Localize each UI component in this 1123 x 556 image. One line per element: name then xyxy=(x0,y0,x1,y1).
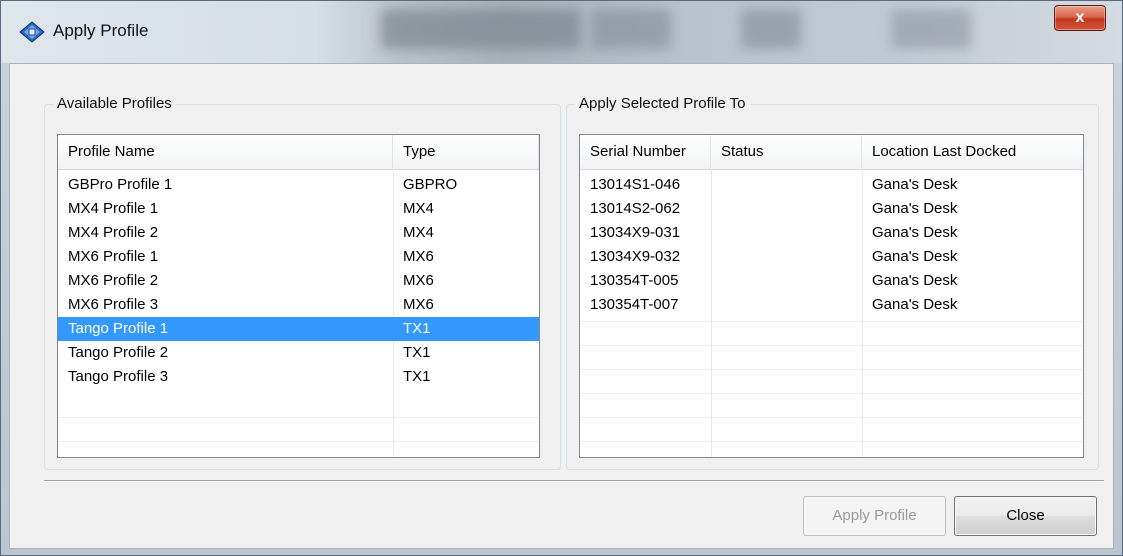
profile-name-cell: Tango Profile 1 xyxy=(68,320,169,337)
status-cell xyxy=(711,293,721,317)
profile-row[interactable]: Tango Profile 1 TX1 xyxy=(58,317,539,341)
row-divider xyxy=(580,345,1083,346)
profile-name-cell: MX6 Profile 3 xyxy=(68,296,159,313)
profile-name-cell: Tango Profile 3 xyxy=(68,368,169,385)
profile-name-cell: MX6 Profile 2 xyxy=(68,272,159,289)
profile-row[interactable]: MX6 Profile 1 MX6 xyxy=(58,245,539,269)
list-header: Serial Number Status Location Last Docke… xyxy=(580,135,1083,170)
apply-profile-window: Apply Profile x Available Profiles Profi… xyxy=(0,0,1123,556)
column-header-type[interactable]: Type xyxy=(393,135,539,169)
separator xyxy=(44,480,1104,482)
available-profiles-label: Available Profiles xyxy=(53,95,176,112)
blue-diamond-device-icon xyxy=(19,21,45,43)
list-header: Profile Name Type xyxy=(58,135,539,170)
profile-type-cell: MX6 xyxy=(403,248,434,265)
status-cell xyxy=(711,197,721,221)
serial-number-cell: 13014S2-062 xyxy=(590,200,681,217)
apply-to-label: Apply Selected Profile To xyxy=(575,95,750,112)
device-row[interactable]: 13034X9-031 Gana's Desk xyxy=(580,221,1083,245)
profile-type-cell: GBPRO xyxy=(403,176,458,193)
background-blur xyxy=(741,9,801,49)
serial-number-cell: 130354T-005 xyxy=(590,272,679,289)
profile-row[interactable]: MX4 Profile 2 MX4 xyxy=(58,221,539,245)
profile-name-cell: MX6 Profile 1 xyxy=(68,248,159,265)
window-title: Apply Profile xyxy=(53,21,149,40)
apply-to-device-list[interactable]: Serial Number Status Location Last Docke… xyxy=(579,134,1084,458)
serial-number-cell: 13014S1-046 xyxy=(590,176,681,193)
location-cell: Gana's Desk xyxy=(872,176,958,193)
profile-type-cell: MX6 xyxy=(403,296,434,313)
available-profiles-list[interactable]: Profile Name Type GBPro Profile 1 GBPRO MX… xyxy=(57,134,540,458)
profile-type-cell: TX1 xyxy=(403,320,431,337)
dialog-body: Available Profiles Profile Name Type GBP… xyxy=(9,63,1114,549)
background-blur xyxy=(381,9,581,49)
status-cell xyxy=(711,269,721,293)
profile-row[interactable]: MX4 Profile 1 MX4 xyxy=(58,197,539,221)
row-divider xyxy=(58,441,539,442)
profile-row[interactable]: Tango Profile 2 TX1 xyxy=(58,341,539,365)
serial-number-cell: 13034X9-031 xyxy=(590,224,681,241)
profile-type-cell: TX1 xyxy=(403,344,431,361)
status-cell xyxy=(711,221,721,245)
row-divider xyxy=(580,369,1083,370)
status-cell xyxy=(711,245,721,269)
background-blur xyxy=(591,9,671,49)
background-blur xyxy=(891,9,971,49)
location-cell: Gana's Desk xyxy=(872,248,958,265)
location-cell: Gana's Desk xyxy=(872,224,958,241)
profile-name-cell: MX4 Profile 2 xyxy=(68,224,159,241)
profile-type-cell: TX1 xyxy=(403,368,431,385)
device-row[interactable]: 13014S1-046 Gana's Desk xyxy=(580,173,1083,197)
title-bar[interactable]: Apply Profile x xyxy=(1,1,1122,63)
apply-profile-button[interactable]: Apply Profile xyxy=(803,496,946,536)
device-row[interactable]: 130354T-007 Gana's Desk xyxy=(580,293,1083,317)
column-header-location[interactable]: Location Last Docked xyxy=(862,135,1083,169)
row-divider xyxy=(580,417,1083,418)
row-divider xyxy=(58,417,539,418)
profile-row[interactable]: MX6 Profile 3 MX6 xyxy=(58,293,539,317)
location-cell: Gana's Desk xyxy=(872,272,958,289)
serial-number-cell: 13034X9-032 xyxy=(590,248,681,265)
device-row[interactable]: 13034X9-032 Gana's Desk xyxy=(580,245,1083,269)
row-divider xyxy=(580,321,1083,322)
profile-row[interactable]: Tango Profile 3 TX1 xyxy=(58,365,539,389)
column-header-status[interactable]: Status xyxy=(711,135,862,169)
status-cell xyxy=(711,173,721,197)
row-divider xyxy=(580,393,1083,394)
profile-name-cell: Tango Profile 2 xyxy=(68,344,169,361)
close-icon[interactable]: x xyxy=(1054,5,1106,31)
profile-row[interactable]: MX6 Profile 2 MX6 xyxy=(58,269,539,293)
column-header-profile-name[interactable]: Profile Name xyxy=(58,135,393,169)
profile-type-cell: MX6 xyxy=(403,272,434,289)
profile-type-cell: MX4 xyxy=(403,224,434,241)
device-row[interactable]: 13014S2-062 Gana's Desk xyxy=(580,197,1083,221)
profile-row[interactable]: GBPro Profile 1 GBPRO xyxy=(58,173,539,197)
row-divider xyxy=(580,441,1083,442)
location-cell: Gana's Desk xyxy=(872,200,958,217)
device-row[interactable]: 130354T-005 Gana's Desk xyxy=(580,269,1083,293)
serial-number-cell: 130354T-007 xyxy=(590,296,679,313)
close-button[interactable]: Close xyxy=(954,496,1097,536)
column-header-serial-number[interactable]: Serial Number xyxy=(580,135,711,169)
profile-name-cell: GBPro Profile 1 xyxy=(68,176,173,193)
profile-name-cell: MX4 Profile 1 xyxy=(68,200,159,217)
location-cell: Gana's Desk xyxy=(872,296,958,313)
profile-type-cell: MX4 xyxy=(403,200,434,217)
